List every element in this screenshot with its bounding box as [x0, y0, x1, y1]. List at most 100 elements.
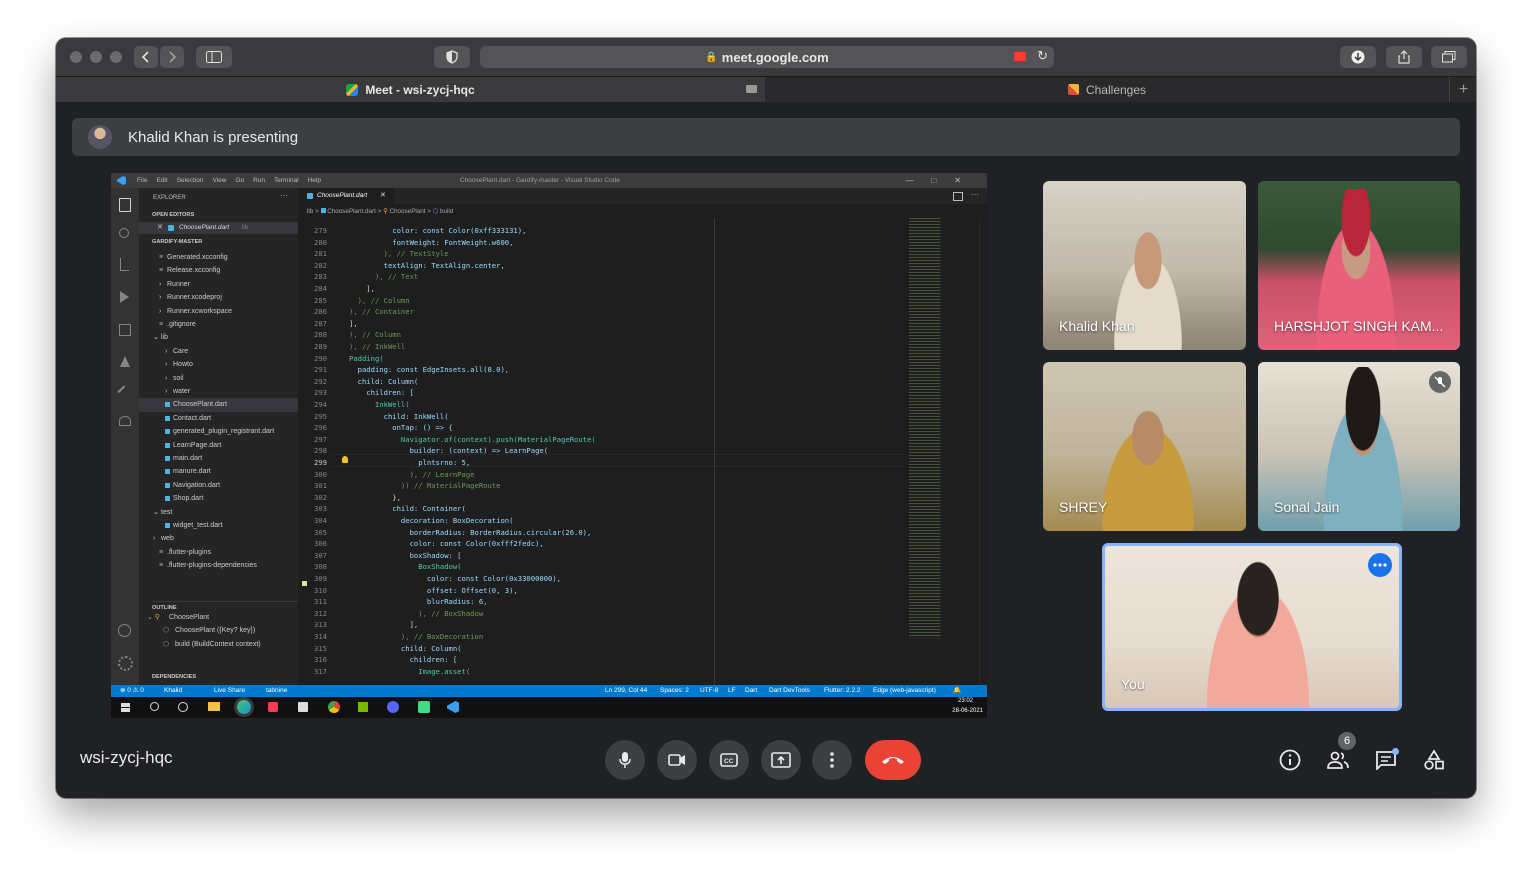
tab-challenges[interactable]: Challenges — [767, 77, 1447, 102]
microphone-button[interactable] — [605, 740, 645, 780]
meeting-code[interactable]: wsi-zycj-hqc — [80, 748, 173, 768]
sidebar-toggle-button[interactable] — [196, 46, 232, 68]
editor-more-icon[interactable]: ··· — [971, 188, 979, 202]
tree-file[interactable]: ≡ .gitignore — [139, 318, 298, 331]
settings-gear-icon[interactable] — [118, 656, 133, 671]
status-spaces[interactable]: Spaces: 2 — [660, 685, 689, 697]
nvidia-icon[interactable] — [358, 702, 368, 712]
tree-folder[interactable]: › Care — [139, 345, 298, 358]
code-editor[interactable]: 279 color: const Color(0xff333131), 280 f… — [307, 225, 907, 685]
task-view-icon[interactable] — [178, 702, 188, 712]
activities-button[interactable] — [1420, 746, 1448, 774]
tree-folder[interactable]: › web — [139, 532, 298, 545]
status-position[interactable]: Ln 299, Col 44 — [605, 685, 647, 697]
tree-folder[interactable]: › Runner.xcodeproj — [139, 291, 298, 304]
explorer-more-icon[interactable]: ··· — [280, 191, 288, 200]
app-icon[interactable] — [298, 702, 308, 712]
explorer-icon[interactable] — [119, 198, 131, 212]
tree-file[interactable]: main.dart — [139, 452, 298, 465]
scrollbar[interactable] — [979, 218, 987, 685]
vscode-window-controls[interactable]: —□✕ — [905, 173, 979, 188]
breadcrumb-item[interactable]: ChoosePlant.dart — [327, 208, 376, 215]
new-tab-button[interactable]: + — [1449, 77, 1476, 102]
breadcrumb-item[interactable]: build — [440, 208, 453, 215]
zoom-window-button[interactable] — [110, 51, 122, 63]
menu-item[interactable]: Edit — [156, 173, 167, 188]
project-header[interactable]: GARDIFY-MASTER — [152, 239, 202, 245]
tree-file[interactable]: LearnPage.dart — [139, 439, 298, 452]
source-control-icon[interactable] — [120, 258, 129, 271]
flutter-icon[interactable] — [117, 385, 132, 400]
tree-file[interactable]: manure.dart — [139, 465, 298, 478]
meeting-details-button[interactable] — [1276, 746, 1304, 774]
menu-item[interactable]: Run — [253, 173, 265, 188]
extensions-icon[interactable] — [119, 324, 131, 336]
testing-icon[interactable] — [120, 356, 130, 367]
tree-file[interactable]: ≡ .flutter-plugins-dependencies — [139, 559, 298, 572]
breadcrumb-item[interactable]: ChoosePlant — [389, 208, 425, 215]
tree-folder[interactable]: ⌄ lib — [139, 331, 298, 344]
tree-file[interactable]: widget_test.dart — [139, 519, 298, 532]
breadcrumb-item[interactable]: lib — [307, 208, 313, 215]
run-debug-icon[interactable] — [120, 291, 129, 303]
file-explorer-icon[interactable] — [208, 702, 220, 711]
status-flutter[interactable]: Flutter: 2.2.2 — [824, 685, 861, 697]
discord-icon[interactable] — [387, 701, 399, 713]
close-tab-icon[interactable]: ✕ — [380, 188, 386, 204]
status-device[interactable]: Edge (web-javascript) — [873, 685, 936, 697]
split-editor-icon[interactable] — [953, 192, 963, 201]
tree-file[interactable]: Navigation.dart — [139, 479, 298, 492]
outline-header[interactable]: OUTLINE — [152, 601, 298, 611]
chrome-icon[interactable] — [328, 701, 340, 713]
tree-file[interactable]: ChoosePlant.dart — [139, 398, 298, 412]
live-share-icon[interactable] — [119, 416, 131, 426]
close-window-button[interactable] — [70, 51, 82, 63]
tree-file[interactable]: Contact.dart — [139, 412, 298, 425]
menu-item[interactable]: Selection — [177, 173, 204, 188]
chat-button[interactable] — [1372, 746, 1400, 774]
windows-start-icon[interactable] — [121, 703, 130, 712]
status-tabnine[interactable]: tabnine — [266, 685, 287, 697]
tree-folder[interactable]: › Runner.xcworkspace — [139, 305, 298, 318]
privacy-report-button[interactable] — [434, 46, 470, 68]
tree-file[interactable]: ≡ .flutter-plugins — [139, 546, 298, 559]
present-screen-button[interactable] — [761, 740, 801, 780]
address-bar[interactable]: 🔒 meet.google.com ↻ — [480, 46, 1054, 68]
forward-button[interactable] — [160, 46, 184, 68]
status-language[interactable]: Dart — [745, 685, 757, 697]
camera-in-use-icon[interactable] — [1014, 52, 1026, 61]
close-icon[interactable]: ✕ — [157, 222, 163, 234]
search-icon[interactable] — [119, 228, 129, 238]
camera-button[interactable] — [657, 740, 697, 780]
participant-tile-harshjot[interactable]: HARSHJOT SINGH KAM... — [1258, 181, 1460, 350]
tree-file[interactable]: ≡ Generated.xcconfig — [139, 251, 298, 264]
minimap[interactable] — [909, 218, 941, 639]
menu-item[interactable]: Go — [235, 173, 244, 188]
status-problems[interactable]: ⊗ 0 ⚠ 0 — [120, 685, 144, 697]
more-options-button[interactable] — [812, 740, 852, 780]
share-button[interactable] — [1386, 46, 1422, 68]
tree-folder[interactable]: ⌄ test — [139, 506, 298, 519]
tree-file[interactable]: generated_plugin_registrant.dart — [139, 425, 298, 438]
tree-folder[interactable]: › water — [139, 385, 298, 398]
reload-icon[interactable]: ↻ — [1037, 48, 1048, 64]
account-icon[interactable] — [118, 624, 131, 637]
pocket-icon[interactable] — [268, 702, 278, 712]
tree-folder[interactable]: › Howto — [139, 358, 298, 371]
open-editors-header[interactable]: OPEN EDITORS — [152, 212, 194, 218]
participant-tile-sonal-jain[interactable]: Sonal Jain — [1258, 362, 1460, 531]
tab-meet[interactable]: Meet - wsi-zycj-hqc — [56, 77, 765, 102]
status-eol[interactable]: LF — [728, 685, 736, 697]
status-devtools[interactable]: Dart DevTools — [769, 685, 810, 697]
menu-item[interactable]: Terminal — [274, 173, 299, 188]
status-user[interactable]: Khalid — [164, 685, 182, 697]
tree-folder[interactable]: › Runner — [139, 278, 298, 291]
minimize-window-button[interactable] — [90, 51, 102, 63]
participant-tile-khalid-khan[interactable]: Khalid Khan — [1043, 181, 1246, 350]
tab-overview-button[interactable] — [1431, 46, 1467, 68]
vscode-taskbar-icon[interactable] — [447, 701, 459, 713]
editor-tab[interactable]: ChoosePlant.dart ✕ — [298, 188, 394, 204]
status-encoding[interactable]: UTF-8 — [700, 685, 718, 697]
captions-button[interactable]: CC — [709, 740, 749, 780]
status-bell-icon[interactable]: 🔔 — [953, 685, 961, 697]
